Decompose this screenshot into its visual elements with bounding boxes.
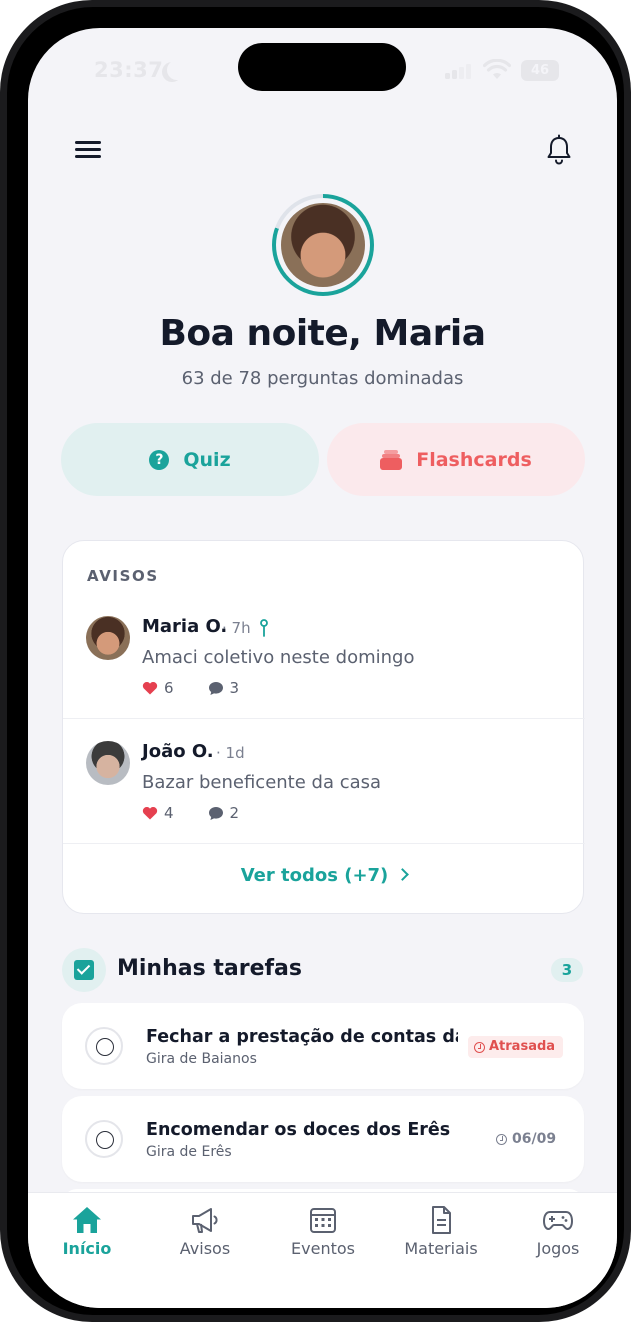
divider — [63, 718, 585, 719]
menu-icon[interactable] — [75, 139, 103, 161]
tab-label: Avisos — [179, 1239, 231, 1258]
chevron-right-icon — [396, 868, 410, 881]
post-author: João O. — [142, 741, 214, 762]
task-subtitle: Gira de Erês — [146, 1144, 232, 1160]
gamepad-icon — [543, 1211, 573, 1230]
home-icon — [73, 1207, 101, 1233]
like-count: 6 — [164, 679, 174, 697]
megaphone-icon — [192, 1208, 218, 1233]
comment-count: 3 — [229, 679, 240, 697]
announcement-item[interactable]: João O. · 1d Bazar beneficente da casa 4… — [63, 741, 585, 865]
task-item[interactable]: Encomendar os doces dos Erês Gira de Erê… — [62, 1096, 584, 1182]
bottom-tab-bar: Início Avisos Eventos Materiais Jogos — [28, 1192, 617, 1308]
tab-jogos[interactable]: Jogos — [499, 1205, 617, 1265]
task-complete-checkbox[interactable] — [85, 1027, 123, 1065]
flashcards-button[interactable]: Flashcards — [327, 423, 585, 496]
post-time: · 7h — [222, 619, 251, 637]
dynamic-island — [238, 43, 406, 91]
status-time: 23:37 — [94, 58, 164, 82]
progress-text: 63 de 78 perguntas dominadas — [181, 368, 464, 389]
phone-frame: 23:37 46 Boa noite, Maria 63 de 78 pergu… — [0, 0, 631, 1322]
divider — [63, 843, 585, 844]
post-author: Maria O. — [142, 616, 228, 637]
question-icon: ? — [149, 449, 170, 470]
phone-bezel: 23:37 46 Boa noite, Maria 63 de 78 pergu… — [7, 7, 624, 1315]
tab-label: Início — [62, 1239, 112, 1258]
post-text: Amaci coletivo neste domingo — [142, 647, 415, 668]
profile-progress-ring[interactable] — [272, 194, 374, 296]
tab-label: Eventos — [291, 1239, 355, 1258]
post-time: · 1d — [216, 744, 245, 762]
announcements-card: AVISOS Maria O. · 7h Amaci coletivo nest… — [62, 540, 585, 914]
overdue-badge-label: Atrasada — [489, 1039, 556, 1054]
due-date-label: 06/09 — [512, 1131, 557, 1147]
bell-icon[interactable] — [545, 134, 573, 166]
like-count: 4 — [164, 804, 174, 822]
post-stats: 4 2 — [142, 804, 239, 822]
task-subtitle: Gira de Baianos — [146, 1051, 257, 1067]
document-icon — [432, 1206, 451, 1234]
heart-icon[interactable] — [142, 806, 158, 820]
moon-icon — [167, 60, 187, 80]
tab-eventos[interactable]: Eventos — [264, 1205, 382, 1265]
announcements-title: AVISOS — [87, 567, 159, 585]
battery-icon: 46 — [521, 60, 559, 81]
signal-icon — [445, 63, 471, 79]
comment-icon[interactable] — [208, 806, 224, 821]
tab-label: Materiais — [404, 1239, 478, 1258]
tasks-count-badge: 3 — [551, 958, 583, 982]
tasks-checkbox-icon — [62, 948, 106, 992]
tab-avisos[interactable]: Avisos — [146, 1205, 264, 1265]
post-text: Bazar beneficente da casa — [142, 772, 382, 793]
clock-icon — [496, 1133, 507, 1145]
task-title: Encomendar os doces dos Erês — [146, 1120, 451, 1140]
see-all-label: Ver todos (+7) — [240, 865, 389, 886]
quiz-button-label: Quiz — [183, 448, 231, 471]
tab-inicio[interactable]: Início — [28, 1205, 146, 1265]
comment-icon[interactable] — [208, 681, 224, 696]
task-item[interactable]: Fechar a prestação de contas da... Gira … — [62, 1003, 584, 1089]
task-title: Fechar a prestação de contas da... — [146, 1027, 458, 1047]
cards-icon — [380, 449, 403, 470]
clock-icon — [474, 1041, 485, 1053]
author-avatar — [86, 616, 130, 660]
calendar-icon — [310, 1208, 336, 1233]
app-screen: 23:37 46 Boa noite, Maria 63 de 78 pergu… — [28, 28, 617, 1308]
quiz-button[interactable]: ? Quiz — [61, 423, 319, 496]
comment-count: 2 — [229, 804, 240, 822]
user-avatar — [281, 203, 365, 287]
tasks-title: Minhas tarefas — [117, 956, 303, 981]
greeting-title: Boa noite, Maria — [159, 313, 486, 354]
tab-label: Jogos — [536, 1239, 580, 1258]
post-stats: 6 3 — [142, 679, 239, 697]
overdue-badge: Atrasada — [468, 1036, 564, 1058]
see-all-announcements-link[interactable]: Ver todos (+7) — [63, 865, 585, 886]
flashcards-button-label: Flashcards — [416, 448, 532, 471]
tab-materiais[interactable]: Materiais — [382, 1205, 500, 1265]
heart-icon[interactable] — [142, 681, 158, 695]
wifi-icon — [483, 59, 511, 79]
status-bar: 23:37 46 — [28, 28, 617, 118]
announcement-item[interactable]: Maria O. · 7h Amaci coletivo neste domin… — [63, 616, 585, 740]
due-date: 06/09 — [496, 1131, 556, 1147]
author-avatar — [86, 741, 130, 785]
task-complete-checkbox[interactable] — [85, 1120, 123, 1158]
pin-icon — [260, 619, 268, 637]
